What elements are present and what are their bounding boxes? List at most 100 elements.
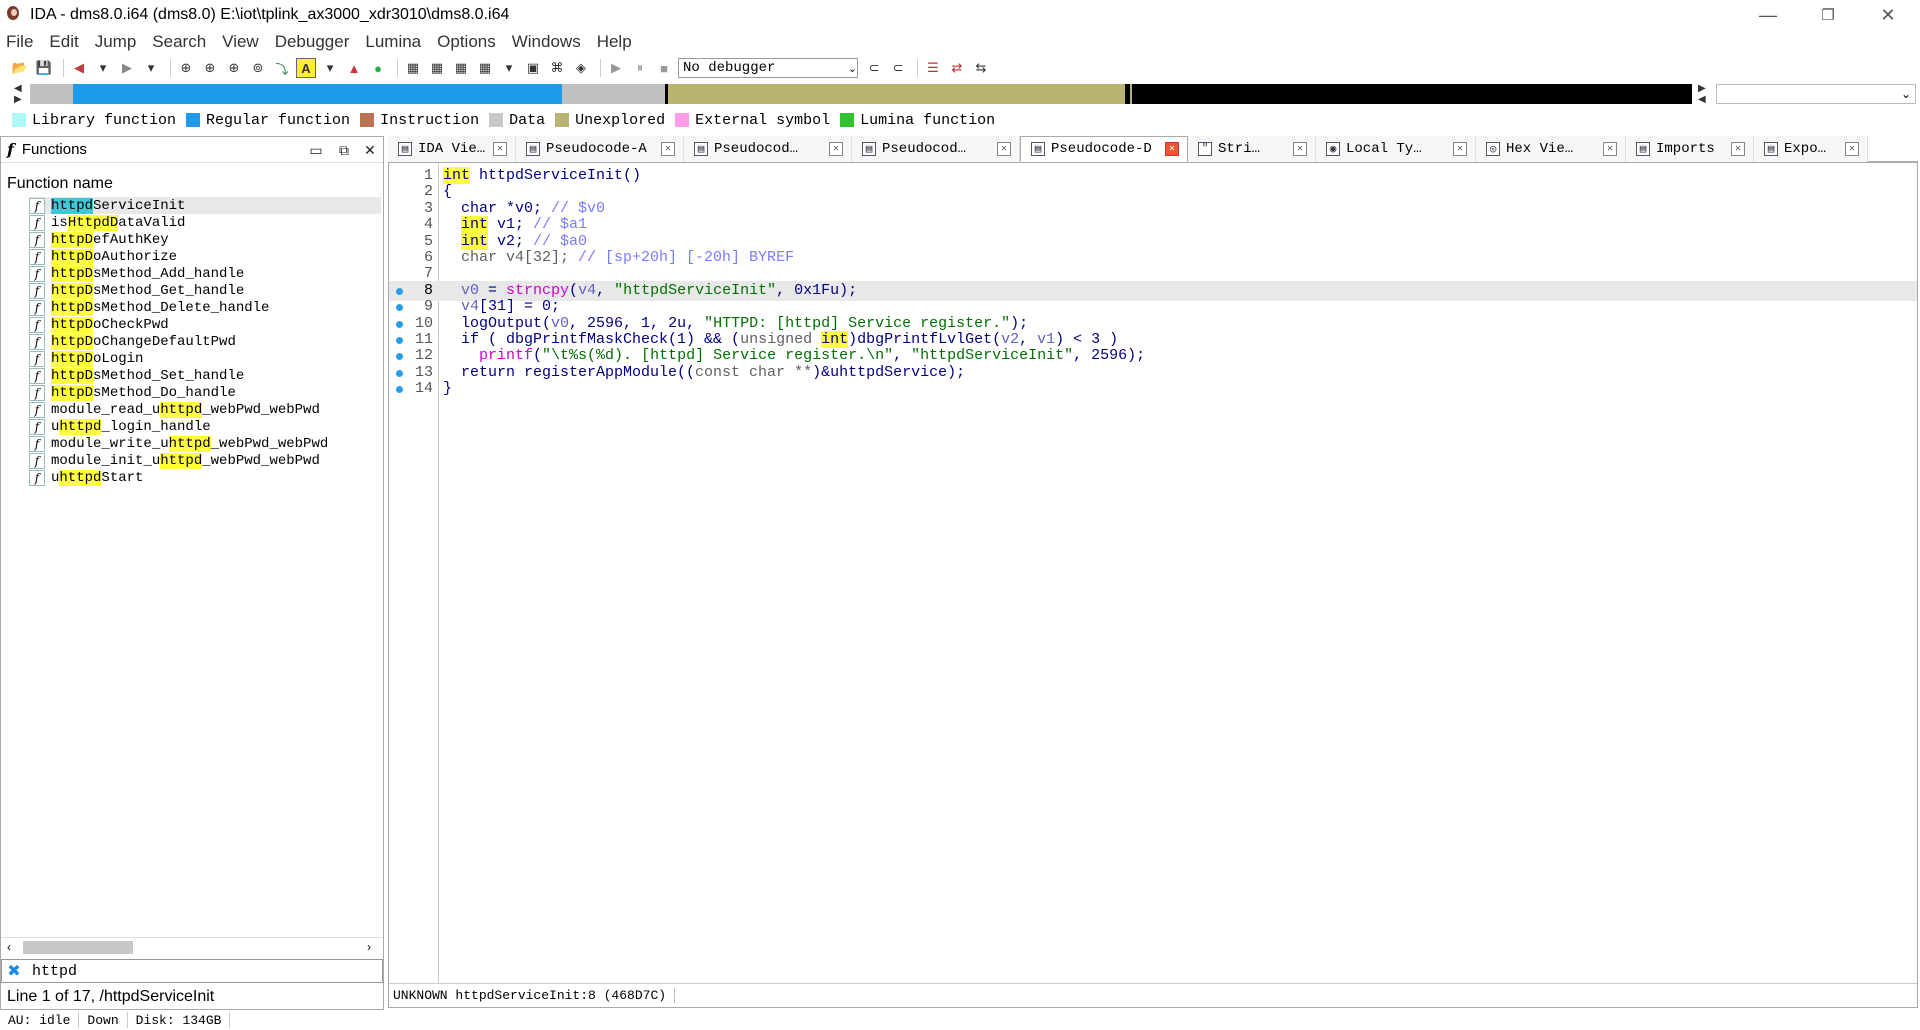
function-list-item[interactable]: f httpD oCheckPwd	[29, 316, 381, 333]
tab-local-ty[interactable]: ◉ Local Ty… ✕	[1316, 136, 1476, 162]
list-icon[interactable]: ⇆	[971, 58, 991, 78]
function-name-column-header[interactable]: Function name	[1, 169, 383, 193]
search-binary-icon[interactable]: ⊕	[176, 58, 196, 78]
segment-select[interactable]: ⌄	[1716, 84, 1916, 104]
back-icon[interactable]: ◀	[69, 58, 89, 78]
menu-help[interactable]: Help	[595, 32, 634, 52]
highlight-icon[interactable]: A	[296, 58, 316, 78]
menu-view[interactable]: View	[220, 32, 261, 52]
navigation-band[interactable]	[30, 84, 1692, 104]
highlight-dropdown-icon[interactable]: ▾	[320, 58, 340, 78]
code-line[interactable]: 14}	[389, 379, 1917, 399]
cross-reference-icon[interactable]: ⇄	[947, 58, 967, 78]
rename-icon[interactable]: ⌘	[547, 58, 567, 78]
undefine-icon[interactable]: ▾	[499, 58, 519, 78]
breakpoint-dot-icon[interactable]	[396, 353, 403, 361]
tab-pseudocod[interactable]: ▤ Pseudocod… ✕	[852, 136, 1020, 162]
filter-input[interactable]	[26, 961, 366, 981]
function-list-item[interactable]: f httpD oAuthorize	[29, 248, 381, 265]
menu-edit[interactable]: Edit	[47, 32, 80, 52]
maximize-panel-icon[interactable]: ▭	[307, 141, 325, 159]
function-list-item[interactable]: f module_write_u httpd _webPwd_webPwd	[29, 435, 381, 452]
menu-lumina[interactable]: Lumina	[363, 32, 423, 52]
menu-debugger[interactable]: Debugger	[273, 32, 352, 52]
breakpoint-dot-icon[interactable]	[396, 287, 403, 295]
tab-close-icon[interactable]: ✕	[1293, 142, 1307, 156]
debugger-select[interactable]: No debugger ⌄	[678, 58, 858, 78]
tab-pseudocod[interactable]: ▤ Pseudocod… ✕	[684, 136, 852, 162]
menu-file[interactable]: File	[4, 32, 35, 52]
tab-ida-vie[interactable]: ▤ IDA Vie… ✕	[388, 136, 516, 162]
create-data-icon[interactable]: ▦	[427, 58, 447, 78]
create-string-icon[interactable]: ▦	[451, 58, 471, 78]
stop-debugger-icon[interactable]: ■	[654, 58, 674, 78]
close-button[interactable]: ✕	[1860, 0, 1916, 30]
function-list-item[interactable]: f httpD oLogin	[29, 350, 381, 367]
open-icon[interactable]: 📂	[10, 58, 30, 78]
search-immediate-icon[interactable]: ⊕	[224, 58, 244, 78]
nav-right-icon[interactable]: ▶	[14, 94, 22, 105]
function-list-item[interactable]: f u httpd _login_handle	[29, 418, 381, 435]
patch-icon[interactable]: ◈	[571, 58, 591, 78]
function-list-item[interactable]: f httpD oChangeDefaultPwd	[29, 333, 381, 350]
tab-close-icon[interactable]: ✕	[1603, 142, 1617, 156]
function-list-item[interactable]: f httpD sMethod_Do_handle	[29, 384, 381, 401]
function-list-item[interactable]: f httpD efAuthKey	[29, 231, 381, 248]
close-panel-icon[interactable]: ✕	[361, 141, 379, 159]
function-list-item[interactable]: f is Httpd DataValid	[29, 214, 381, 231]
horizontal-scrollbar[interactable]: ‹ ›	[1, 937, 383, 955]
tab-close-icon[interactable]: ✕	[1453, 142, 1467, 156]
tab-expo[interactable]: ▤ Expo… ✕	[1754, 136, 1868, 162]
scroll-right-icon[interactable]: ›	[367, 940, 371, 954]
breakpoint-dot-icon[interactable]	[396, 304, 403, 312]
pause-debugger-icon[interactable]: ⏸	[630, 58, 650, 78]
breakpoint-dot-icon[interactable]	[396, 337, 403, 344]
trace-icon[interactable]: ⊂	[888, 58, 908, 78]
tab-pseudocode-a[interactable]: ▤ Pseudocode-A ✕	[516, 136, 684, 162]
tab-pseudocode-d[interactable]: ▤ Pseudocode-D ✕	[1020, 136, 1188, 162]
function-list-item[interactable]: f module_init_u httpd _webPwd_webPwd	[29, 452, 381, 469]
create-struct-icon[interactable]: ▣	[523, 58, 543, 78]
tab-close-icon[interactable]: ✕	[493, 142, 507, 156]
menu-jump[interactable]: Jump	[93, 32, 139, 52]
tab-stri[interactable]: " Stri… ✕	[1188, 136, 1316, 162]
tab-close-icon[interactable]: ✕	[661, 142, 675, 156]
function-list-item[interactable]: f httpD sMethod_Set_handle	[29, 367, 381, 384]
search-text-icon[interactable]: ⊕	[200, 58, 220, 78]
tab-close-icon[interactable]: ✕	[1845, 142, 1859, 156]
menu-windows[interactable]: Windows	[510, 32, 583, 52]
float-panel-icon[interactable]: ⧉	[335, 141, 353, 159]
start-debugger-icon[interactable]: ▶	[606, 58, 626, 78]
function-list-item[interactable]: f httpd ServiceInit	[29, 197, 381, 214]
function-list-item[interactable]: f httpD sMethod_Add_handle	[29, 265, 381, 282]
jump-icon[interactable]: ⤵	[272, 58, 292, 78]
tab-close-icon[interactable]: ✕	[829, 142, 843, 156]
tab-imports[interactable]: ▤ Imports ✕	[1626, 136, 1754, 162]
breakpoint-dot-icon[interactable]	[396, 369, 403, 377]
graph-icon[interactable]: ▲	[344, 58, 364, 78]
function-list-item[interactable]: f module_read_u httpd _webPwd_webPwd	[29, 401, 381, 418]
forward-dropdown-icon[interactable]: ▾	[141, 58, 161, 78]
lumina-icon[interactable]: ●	[368, 58, 388, 78]
minimize-button[interactable]: —	[1740, 0, 1796, 30]
clear-filter-icon[interactable]: ✖	[2, 961, 26, 981]
tab-close-icon[interactable]: ✕	[1731, 142, 1745, 156]
output-window-icon[interactable]: ☰	[923, 58, 943, 78]
menu-search[interactable]: Search	[150, 32, 208, 52]
nav-left-icon[interactable]: ◀	[14, 83, 22, 94]
back-dropdown-icon[interactable]: ▾	[93, 58, 113, 78]
scroll-left-icon[interactable]: ‹	[7, 940, 11, 954]
tab-close-icon[interactable]: ✕	[997, 142, 1011, 156]
breakpoint-dot-icon[interactable]	[396, 386, 403, 394]
breakpoint-icon[interactable]: ⊂	[864, 58, 884, 78]
function-list-item[interactable]: f httpD sMethod_Delete_handle	[29, 299, 381, 316]
tab-hex-vie[interactable]: ◎ Hex Vie… ✕	[1476, 136, 1626, 162]
function-list-item[interactable]: f u httpd Start	[29, 469, 381, 486]
menu-options[interactable]: Options	[435, 32, 498, 52]
pseudocode-view[interactable]: 1 int httpdServiceInit() 2{3 char *v0; // …	[388, 162, 1918, 1008]
forward-icon[interactable]: ▶	[117, 58, 137, 78]
tab-close-icon[interactable]: ✕	[1165, 142, 1179, 156]
nav-band-right-icon[interactable]: ▶	[1698, 83, 1706, 94]
nav-band-left-icon[interactable]: ◀	[1698, 94, 1706, 105]
breakpoint-dot-icon[interactable]	[396, 320, 403, 328]
